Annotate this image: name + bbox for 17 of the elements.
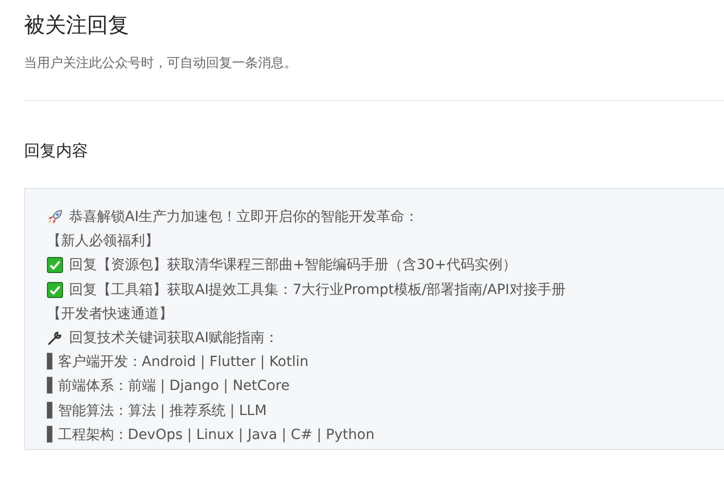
rocket-icon bbox=[47, 209, 63, 226]
page-title: 被关注回复 bbox=[24, 12, 130, 39]
reply-line: 【开发者快速通道】 bbox=[47, 304, 173, 323]
section-heading: 回复内容 bbox=[24, 140, 89, 162]
reply-line: 恭喜解锁AI生产力加速包！立即开启你的智能开发革命： bbox=[69, 208, 419, 226]
check-icon bbox=[47, 282, 63, 298]
reply-line: 回复【工具箱】获取AI提效工具集：7大行业Prompt模板/部署指南/API对接手册 bbox=[69, 280, 566, 299]
reply-line: 回复技术关键词获取AI赋能指南： bbox=[69, 329, 279, 348]
page-description: 当用户关注此公众号时，可自动回复一条消息。 bbox=[24, 55, 298, 73]
reply-line: ▌工程架构：DevOps | Linux | Java | C# | Python bbox=[47, 426, 374, 444]
reply-line: ▌前端体系：前端 | Django | NetCore bbox=[47, 377, 290, 396]
reply-line: 【新人必领福利】 bbox=[47, 232, 159, 250]
reply-line: 回复【资源包】获取清华课程三部曲+智能编码手册（含30+代码实例） bbox=[69, 256, 516, 274]
reply-line: ▌智能算法：算法 | 推荐系统 | LLM bbox=[47, 402, 267, 420]
check-icon bbox=[47, 257, 63, 274]
wrench-icon bbox=[47, 330, 63, 346]
reply-line: ▌客户端开发：Android | Flutter | Kotlin bbox=[47, 353, 308, 372]
